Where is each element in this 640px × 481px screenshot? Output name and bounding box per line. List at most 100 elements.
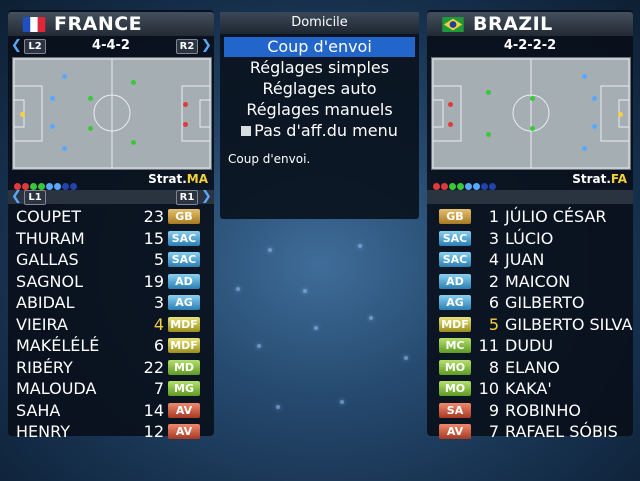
player-number: 8 (488, 357, 499, 377)
player-marker (131, 140, 136, 145)
chevron-right-icon[interactable]: ❯ (201, 37, 212, 55)
player-row[interactable]: ABIDAL 3 AG (8, 292, 214, 313)
player-name: MAICON (505, 271, 571, 291)
position-badge: AD (439, 273, 471, 289)
player-row[interactable]: MAICON 2 AD (427, 271, 633, 292)
status-text: Coup d'envoi. (228, 152, 311, 166)
player-row[interactable]: HENRY 12 AV (8, 421, 214, 442)
player-number: 4 (488, 250, 499, 269)
strategy-label[interactable]: Strat.FA (572, 170, 627, 188)
position-badge: AG (439, 295, 471, 310)
position-badge: SAC (168, 252, 200, 267)
position-badge: MDF (168, 338, 200, 353)
player-row[interactable]: JÚLIO CÉSAR 1 GB (427, 206, 633, 227)
menu-item[interactable]: Coup d'envoi (224, 37, 415, 57)
formation-selector[interactable]: 4-2-2-2 (427, 37, 633, 55)
player-name: ABIDAL (16, 293, 75, 312)
menu-item[interactable]: Pas d'aff.du menu (224, 121, 415, 141)
player-name: RAFAEL SÓBIS (505, 422, 618, 441)
player-marker (486, 90, 491, 95)
player-row[interactable]: ROBINHO 9 SA (427, 400, 633, 421)
player-marker (183, 102, 188, 107)
player-marker (486, 132, 491, 137)
checkbox-icon[interactable] (241, 126, 252, 136)
position-badge: SA (439, 402, 471, 418)
player-number: 7 (488, 422, 499, 441)
chevron-left-icon[interactable]: ❮ (11, 190, 22, 204)
player-name: MAKÉLÉLÉ (16, 336, 100, 355)
player-row[interactable]: SAHA 14 AV (8, 400, 214, 421)
pitch-lines (432, 58, 630, 169)
player-marker (592, 96, 597, 101)
player-row[interactable]: RIBÉRY 22 MD (8, 357, 214, 378)
player-name: GALLAS (16, 250, 79, 269)
player-row[interactable]: COUPET 23 GB (8, 206, 214, 227)
position-badge: MDF (439, 316, 471, 332)
player-number: 12 (143, 422, 164, 441)
player-row[interactable]: MALOUDA 7 MG (8, 378, 214, 399)
position-badge: AV (439, 424, 471, 439)
player-name: COUPET (16, 207, 82, 226)
position-badge: AD (168, 273, 200, 289)
player-marker (50, 96, 55, 101)
france-flag-icon (22, 17, 46, 32)
bg-star (358, 244, 362, 248)
player-row[interactable]: KAKA' 10 MO (427, 378, 633, 399)
player-name: MALOUDA (16, 379, 97, 398)
strategy-row: Strat.FA (427, 170, 633, 190)
player-row[interactable]: ELANO 8 MO (427, 357, 633, 378)
player-number: 3 (153, 293, 164, 312)
player-number: 2 (488, 271, 499, 291)
player-row[interactable]: GILBERTO 6 AG (427, 292, 633, 313)
player-number: 3 (488, 228, 499, 248)
menu-item-label: Pas d'aff.du menu (254, 121, 398, 140)
position-badge: GB (168, 209, 200, 224)
formation-selector[interactable]: ❮ L2 4-4-2 R2 ❯ (8, 37, 214, 55)
formation-pitch[interactable] (431, 57, 631, 170)
player-number: 6 (153, 336, 164, 355)
player-number: 22 (143, 357, 164, 377)
player-row[interactable]: JUAN 4 SAC (427, 249, 633, 270)
bg-star (369, 316, 373, 320)
player-number: 9 (488, 400, 499, 420)
menu-item[interactable]: Réglages manuels (224, 100, 415, 120)
formation-label: 4-2-2-2 (503, 38, 557, 53)
position-badge: AV (168, 424, 200, 439)
player-name: ELANO (505, 357, 560, 377)
bg-star (340, 400, 344, 404)
r2-button-label: R2 (176, 39, 198, 54)
chevron-right-icon[interactable]: ❯ (201, 190, 212, 204)
player-row[interactable]: RAFAEL SÓBIS 7 AV (427, 421, 633, 442)
position-badge: SAC (439, 252, 471, 267)
position-badge: MO (439, 359, 471, 375)
player-marker (448, 122, 453, 127)
player-number: 14 (143, 400, 164, 420)
player-number: 15 (143, 228, 164, 248)
player-name: SAGNOL (16, 271, 83, 291)
bg-star (257, 344, 261, 348)
player-row[interactable]: DUDU 11 MC (427, 335, 633, 356)
player-number: 6 (488, 293, 499, 312)
player-row[interactable]: SAGNOL 19 AD (8, 271, 214, 292)
player-marker (62, 74, 67, 79)
roster-tab-bar (427, 190, 633, 204)
player-name: LÚCIO (505, 228, 554, 248)
menu-item-label: Coup d'envoi (267, 37, 372, 56)
away-team-panel: BRAZIL 4-2-2-2 Strat.FA JÚLIO CÉSAR 1 GB… (427, 10, 633, 441)
player-number: 23 (143, 207, 164, 226)
player-row[interactable]: MAKÉLÉLÉ 6 MDF (8, 335, 214, 356)
team-header: BRAZIL (427, 12, 633, 36)
player-row[interactable]: GILBERTO SILVA 5 MDF (427, 314, 633, 335)
player-row[interactable]: THURAM 15 SAC (8, 228, 214, 249)
player-row[interactable]: LÚCIO 3 SAC (427, 228, 633, 249)
strategy-label[interactable]: Strat.MA (148, 170, 208, 188)
menu-item-label: Réglages auto (262, 79, 377, 98)
bg-star (268, 248, 272, 252)
player-marker (131, 80, 136, 85)
player-row[interactable]: VIEIRA 4 MDF (8, 314, 214, 335)
menu-item[interactable]: Réglages auto (224, 79, 415, 99)
formation-pitch[interactable] (12, 57, 212, 170)
position-badge: MDF (168, 316, 200, 332)
player-row[interactable]: GALLAS 5 SAC (8, 249, 214, 270)
menu-item[interactable]: Réglages simples (224, 58, 415, 78)
